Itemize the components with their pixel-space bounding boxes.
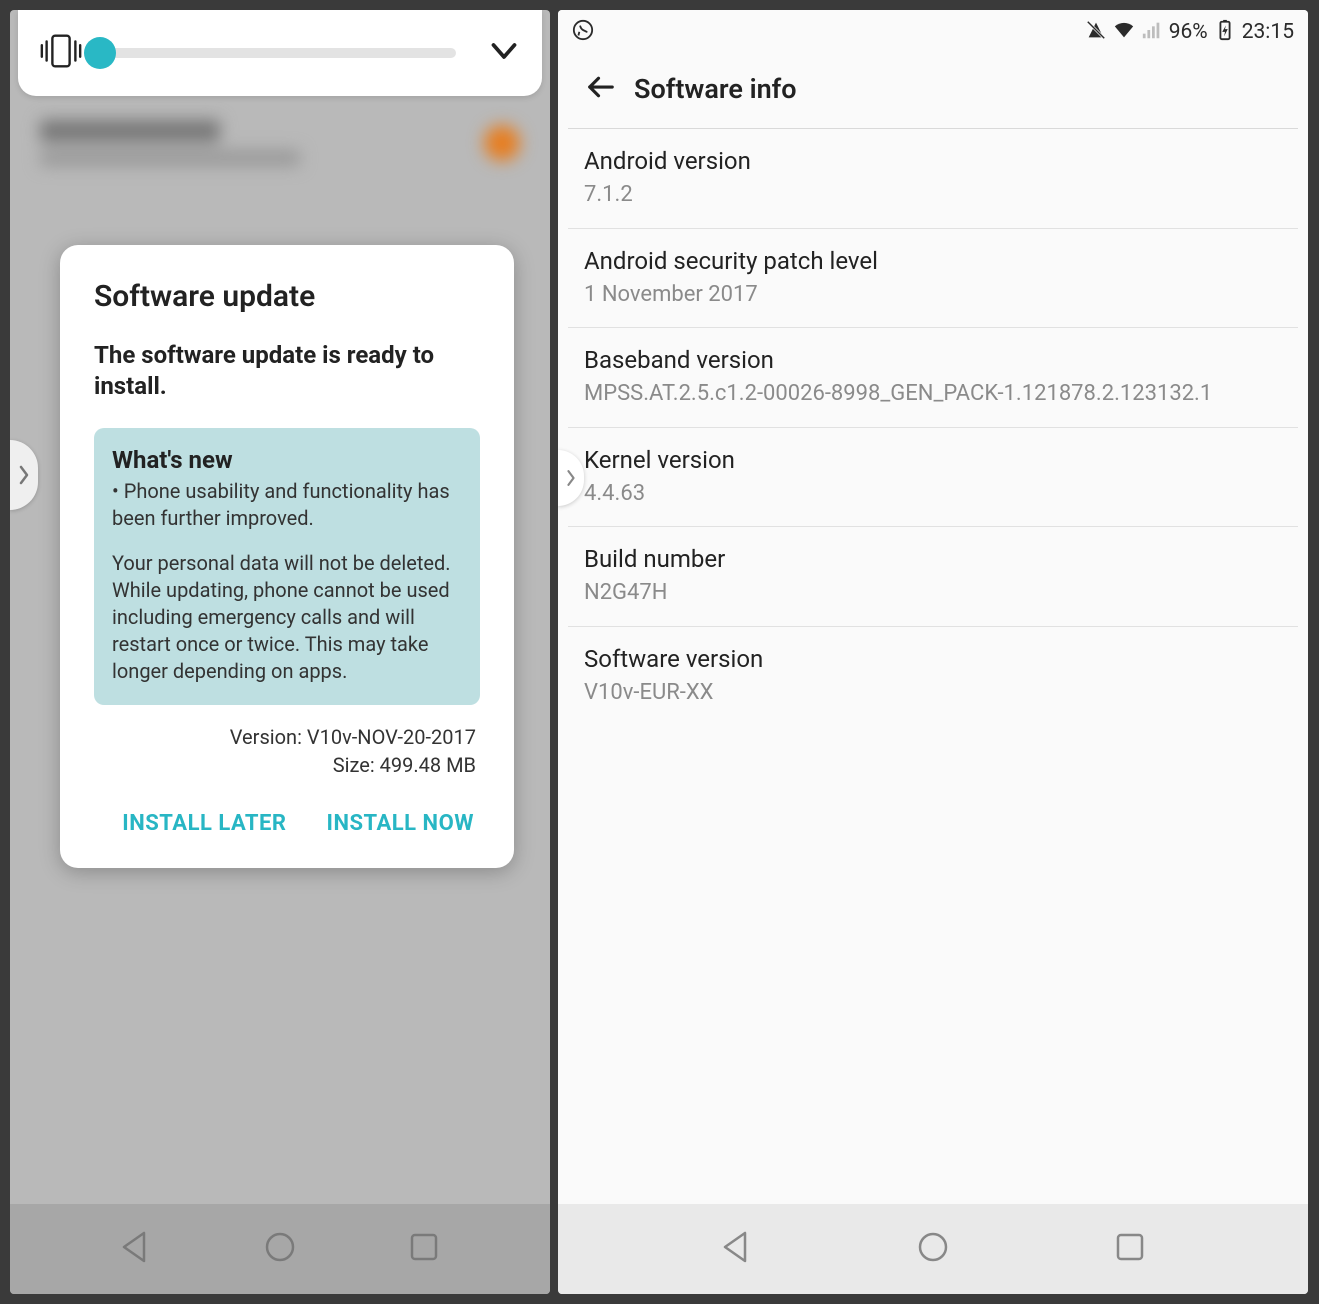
volume-slider-thumb[interactable] <box>84 37 116 69</box>
row-value: 7.1.2 <box>584 181 1282 210</box>
dialog-title: Software update <box>94 279 480 314</box>
whatsapp-icon <box>572 19 594 46</box>
row-android-version[interactable]: Android version 7.1.2 <box>568 129 1298 229</box>
row-title: Android version <box>584 147 1282 175</box>
nav-back-icon[interactable] <box>719 1229 755 1269</box>
volume-panel <box>18 10 542 96</box>
row-title: Baseband version <box>584 346 1282 374</box>
page-header: Software info <box>568 54 1298 129</box>
size-line: Size: 499.48 MB <box>94 751 476 779</box>
nav-back-icon[interactable] <box>118 1229 154 1269</box>
nav-recents-icon[interactable] <box>406 1229 442 1269</box>
version-line: Version: V10v-NOV-20-2017 <box>94 723 476 751</box>
install-later-button[interactable]: INSTALL LATER <box>122 811 286 836</box>
edge-back-tab[interactable] <box>10 440 38 510</box>
nav-home-icon[interactable] <box>262 1229 298 1269</box>
settings-list: Android version 7.1.2 Android security p… <box>558 129 1308 726</box>
volume-slider[interactable] <box>102 48 456 58</box>
row-value: MPSS.AT.2.5.c1.2-00026-8998_GEN_PACK-1.1… <box>584 380 1282 409</box>
install-now-button[interactable]: INSTALL NOW <box>327 811 474 836</box>
software-update-dialog: Software update The software update is r… <box>60 245 514 868</box>
whats-new-heading: What's new <box>112 446 462 474</box>
mute-icon <box>1085 19 1107 46</box>
wifi-icon <box>1113 19 1135 46</box>
dialog-subtitle: The software update is ready to install. <box>94 340 480 402</box>
whats-new-note: Your personal data will not be deleted. … <box>112 550 462 685</box>
background-blur <box>10 90 550 250</box>
row-sw-version[interactable]: Software version V10v-EUR-XX <box>568 627 1298 726</box>
row-kernel[interactable]: Kernel version 4.4.63 <box>568 428 1298 528</box>
row-value: N2G47H <box>584 579 1282 608</box>
nav-recents-icon[interactable] <box>1112 1229 1148 1269</box>
phone-left: Software update The software update is r… <box>10 10 550 1294</box>
whats-new-box: What's new • Phone usability and functio… <box>94 428 480 705</box>
phone-right: 96% 23:15 Software info Android version … <box>558 10 1308 1294</box>
row-title: Android security patch level <box>584 247 1282 275</box>
page-title: Software info <box>634 73 797 105</box>
row-title: Build number <box>584 545 1282 573</box>
row-title: Kernel version <box>584 446 1282 474</box>
row-security-patch[interactable]: Android security patch level 1 November … <box>568 229 1298 329</box>
whats-new-bullet: • Phone usability and functionality has … <box>112 478 462 532</box>
status-time: 23:15 <box>1242 20 1294 44</box>
battery-charging-icon <box>1214 19 1236 46</box>
nav-home-icon[interactable] <box>915 1229 951 1269</box>
nav-bar <box>10 1204 550 1294</box>
signal-icon <box>1141 19 1163 46</box>
nav-bar <box>558 1204 1308 1294</box>
chevron-down-icon[interactable] <box>486 33 522 73</box>
row-title: Software version <box>584 645 1282 673</box>
back-icon[interactable] <box>586 72 616 106</box>
row-value: 4.4.63 <box>584 480 1282 509</box>
status-bar: 96% 23:15 <box>558 10 1308 54</box>
row-baseband[interactable]: Baseband version MPSS.AT.2.5.c1.2-00026-… <box>568 328 1298 428</box>
row-value: V10v-EUR-XX <box>584 679 1282 708</box>
battery-percent: 96% <box>1169 20 1208 44</box>
row-value: 1 November 2017 <box>584 281 1282 310</box>
row-build[interactable]: Build number N2G47H <box>568 527 1298 627</box>
